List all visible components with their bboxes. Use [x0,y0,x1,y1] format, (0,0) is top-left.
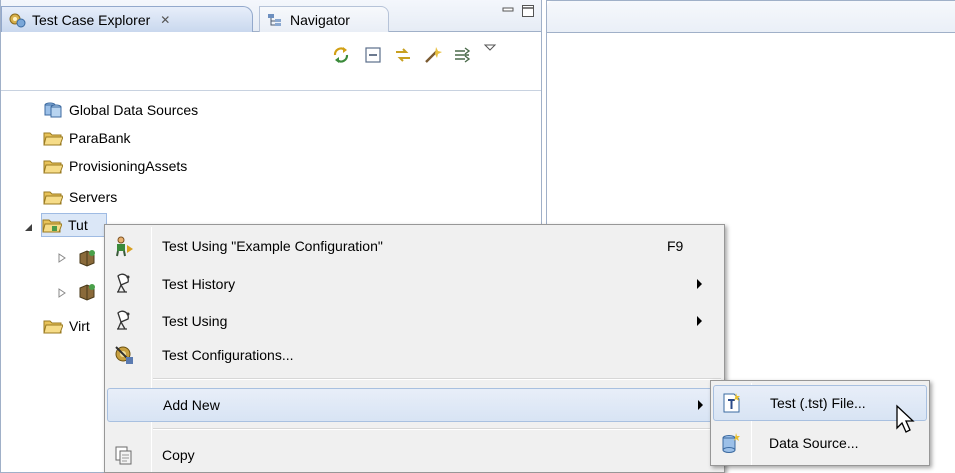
data-sources-icon [44,102,62,118]
menu-item-copy[interactable]: Copy [107,438,722,472]
view-toolbar [1,33,541,91]
tree-item-provisioningassets[interactable]: ProvisioningAssets [43,154,187,178]
copy-icon [115,446,132,465]
menu-item-label: Add New [163,397,220,413]
menu-item-label: Test Using [162,313,228,329]
test-configurations-icon [115,346,133,364]
wand-icon[interactable] [423,45,443,65]
test-history-icon [117,273,130,293]
maximize-icon[interactable] [521,4,535,18]
project-folder-icon [42,219,62,233]
link-with-editor-icon[interactable] [393,45,413,65]
menu-item-add-new[interactable]: Add New [107,388,722,422]
close-icon[interactable]: ✕ [160,13,170,27]
tab-label: Navigator [290,11,350,28]
tree-item-label: Virt [69,318,90,334]
submenu-arrow-icon [698,400,703,410]
menu-item-test-using-example-configuration[interactable]: Test Using "Example Configuration" F9 [107,229,722,263]
submenu-arrow-icon [697,316,702,326]
menu-item-label: Test Configurations... [162,347,294,363]
tree-item-tutorial[interactable]: Tut [41,213,107,237]
tab-navigator[interactable]: Navigator [259,6,389,32]
tree-item-servers[interactable]: Servers [43,185,117,209]
menu-item-label: Test Using "Example Configuration" [162,238,383,254]
tree-item-label: ParaBank [69,130,131,146]
test-run-icon [116,236,133,257]
menu-item-label: Data Source... [769,435,859,451]
tree-item-label: ProvisioningAssets [69,158,188,174]
tree-item-label: Tut [68,217,88,233]
menu-item-label: Test (.tst) File... [770,395,866,411]
test-suite-icon [79,250,95,267]
menu-item-test-history[interactable]: Test History [107,267,722,301]
test-case-explorer-icon [9,13,26,27]
tab-test-case-explorer[interactable]: Test Case Explorer ✕ [1,6,253,32]
tree-item-global-data-sources[interactable]: Global Data Sources [43,98,198,122]
menu-item-test-configurations[interactable]: Test Configurations... [107,338,722,372]
collapsed-triangle-icon[interactable] [57,253,67,263]
folder-icon [43,160,63,174]
submenu-arrow-icon [697,279,702,289]
expanded-triangle-icon[interactable] [23,222,33,232]
mouse-cursor-icon [896,404,915,433]
menu-separator [153,428,721,430]
folder-icon [43,320,63,334]
menu-item-label: Copy [162,447,195,463]
tab-label: Test Case Explorer [32,11,151,28]
tree-item-label: Servers [69,189,118,205]
tree-item-virt[interactable]: Virt [43,314,90,338]
refresh-icon[interactable] [331,45,351,65]
minimize-icon[interactable] [501,4,515,18]
tree-item-parabank[interactable]: ParaBank [43,126,130,150]
test-using-icon [117,310,130,330]
folder-icon [43,191,63,205]
editor-tab-bar [547,1,955,33]
view-menu-chevron-down-icon[interactable] [483,41,497,55]
menu-item-shortcut: F9 [667,238,684,254]
new-data-source-icon [722,433,740,453]
new-test-file-icon [723,393,740,413]
filter-icon[interactable] [453,45,473,65]
menu-separator [153,378,721,380]
test-suite-icon [79,284,95,301]
collapse-all-icon[interactable] [363,45,383,65]
navigator-icon [268,13,281,26]
context-menu: Test Using "Example Configuration" F9 Te… [104,224,725,473]
folder-icon [43,132,63,146]
tree-item-label: Global Data Sources [69,102,199,118]
menu-item-label: Test History [162,276,236,292]
menu-item-test-using[interactable]: Test Using [107,304,722,338]
view-tab-bar: Test Case Explorer ✕ Navigator [1,0,541,32]
collapsed-triangle-icon[interactable] [57,288,67,298]
